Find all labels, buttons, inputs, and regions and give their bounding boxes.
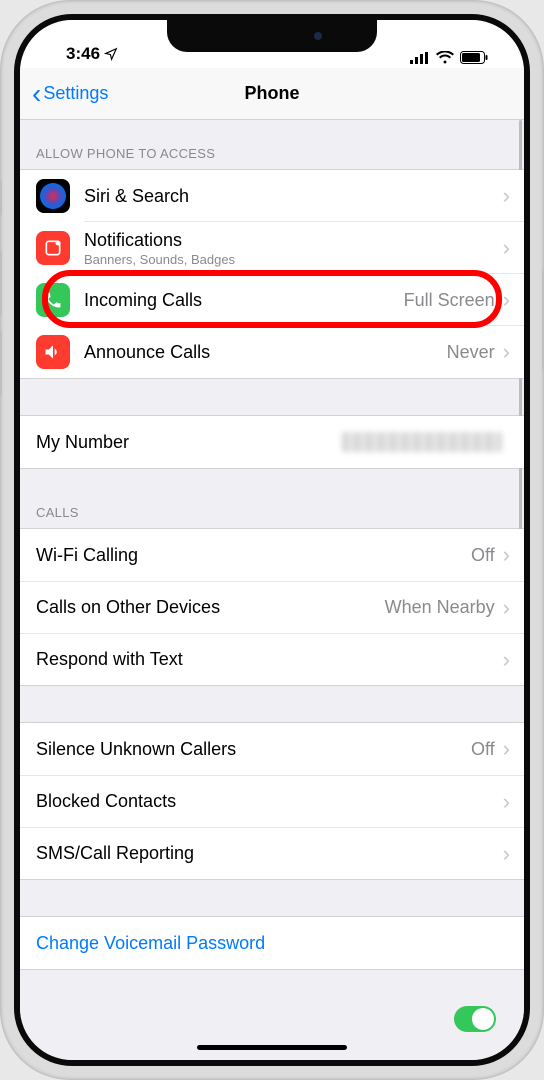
row-notifications[interactable]: Notifications Banners, Sounds, Badges › [20, 222, 524, 274]
volume-down-button [0, 330, 2, 396]
location-icon [104, 47, 118, 61]
cell-title: Siri & Search [84, 186, 503, 207]
cell-title: Wi-Fi Calling [36, 545, 471, 566]
cell-value: Never [447, 342, 495, 363]
chevron-right-icon: › [503, 649, 510, 671]
redacted-value [342, 432, 502, 452]
cell-value: Full Screen [404, 290, 495, 311]
phone-frame: 3:46 ‹ Settings Phone ALLOW PHONE TO [0, 0, 544, 1080]
nav-bar: ‹ Settings Phone [20, 68, 524, 120]
notch [167, 20, 377, 52]
section-header-calls: CALLS [20, 469, 524, 528]
row-siri-search[interactable]: Siri & Search › [20, 170, 524, 222]
battery-icon [460, 51, 488, 64]
cell-title: Change Voicemail Password [36, 933, 510, 954]
toggle-switch[interactable] [454, 1006, 496, 1032]
phone-icon [36, 283, 70, 317]
row-change-voicemail-password[interactable]: Change Voicemail Password [20, 917, 524, 969]
row-wifi-calling[interactable]: Wi-Fi Calling Off › [20, 529, 524, 581]
cell-title: Calls on Other Devices [36, 597, 385, 618]
row-my-number[interactable]: My Number [20, 416, 524, 468]
cell-title: Notifications [84, 230, 503, 251]
row-announce-calls[interactable]: Announce Calls Never › [20, 326, 524, 378]
cell-title: Incoming Calls [84, 290, 404, 311]
page-title: Phone [244, 83, 299, 104]
speaker-icon [36, 335, 70, 369]
row-silence-unknown[interactable]: Silence Unknown Callers Off › [20, 723, 524, 775]
cell-value: Off [471, 545, 495, 566]
chevron-right-icon: › [503, 544, 510, 566]
home-indicator[interactable] [197, 1045, 347, 1050]
row-calls-on-other-devices[interactable]: Calls on Other Devices When Nearby › [20, 581, 524, 633]
chevron-right-icon: › [503, 843, 510, 865]
section-header-access: ALLOW PHONE TO ACCESS [20, 120, 524, 169]
cell-title: Respond with Text [36, 649, 503, 670]
cell-subtitle: Banners, Sounds, Badges [84, 252, 503, 267]
chevron-right-icon: › [503, 791, 510, 813]
back-button[interactable]: ‹ Settings [32, 80, 108, 108]
wifi-icon [436, 51, 454, 64]
siri-icon [36, 179, 70, 213]
mute-switch [0, 180, 2, 216]
notifications-icon [36, 231, 70, 265]
back-label: Settings [43, 83, 108, 104]
row-blocked-contacts[interactable]: Blocked Contacts › [20, 775, 524, 827]
chevron-right-icon: › [503, 597, 510, 619]
cell-title: Blocked Contacts [36, 791, 503, 812]
row-incoming-calls[interactable]: Incoming Calls Full Screen › [20, 274, 524, 326]
chevron-right-icon: › [503, 237, 510, 259]
cell-title: Announce Calls [84, 342, 447, 363]
cell-value: Off [471, 739, 495, 760]
volume-up-button [0, 250, 2, 316]
chevron-right-icon: › [503, 341, 510, 363]
cell-title: My Number [36, 432, 342, 453]
cell-title: SMS/Call Reporting [36, 843, 503, 864]
cell-title: Silence Unknown Callers [36, 739, 471, 760]
chevron-left-icon: ‹ [32, 80, 41, 108]
cell-value: When Nearby [385, 597, 495, 618]
chevron-right-icon: › [503, 738, 510, 760]
status-time: 3:46 [66, 44, 100, 64]
cellular-icon [410, 52, 430, 64]
screen: 3:46 ‹ Settings Phone ALLOW PHONE TO [20, 20, 524, 1060]
row-sms-call-reporting[interactable]: SMS/Call Reporting › [20, 827, 524, 879]
chevron-right-icon: › [503, 289, 510, 311]
chevron-right-icon: › [503, 185, 510, 207]
row-respond-with-text[interactable]: Respond with Text › [20, 633, 524, 685]
content[interactable]: ALLOW PHONE TO ACCESS Siri & Search › No… [20, 120, 524, 1060]
